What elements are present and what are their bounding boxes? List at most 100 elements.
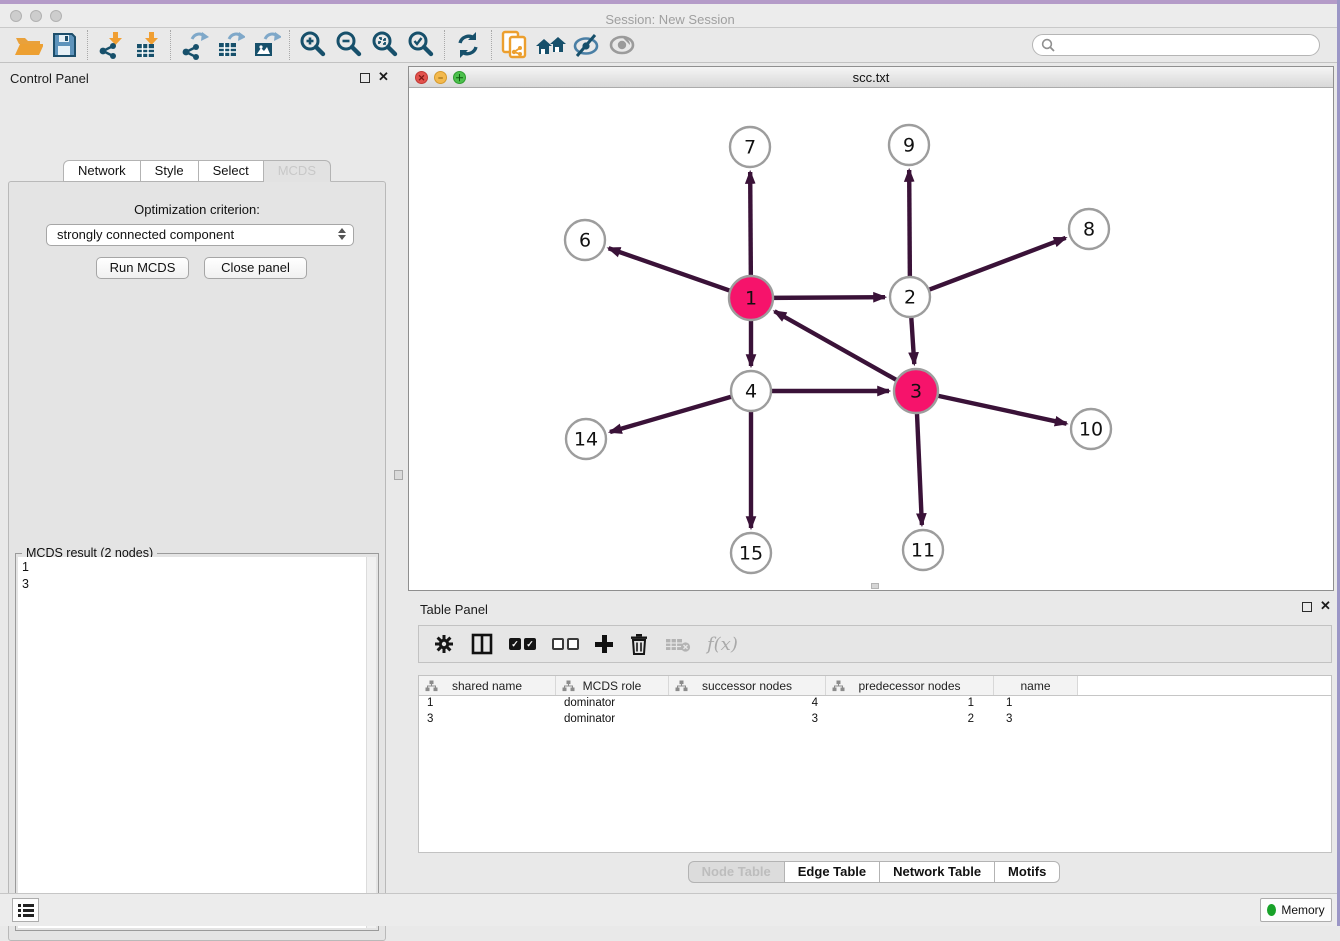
tab-select[interactable]: Select: [199, 160, 264, 182]
cell-shared-name[interactable]: 3: [419, 712, 556, 728]
task-history-button[interactable]: [12, 898, 39, 922]
apply-function-icon: f(x): [707, 629, 738, 659]
cell-mcds-role[interactable]: dominator: [556, 712, 669, 728]
tab-style[interactable]: Style: [141, 160, 199, 182]
network-window-titlebar[interactable]: scc.txt ✕ − ＋: [409, 67, 1333, 88]
graph-edge-2-8[interactable]: [927, 238, 1066, 291]
graph-edge-3-1[interactable]: [775, 311, 899, 381]
task-list-icon: [18, 903, 34, 917]
close-table-panel-icon[interactable]: ✕: [1320, 598, 1331, 614]
save-session-icon[interactable]: [46, 29, 82, 61]
chevron-up-down-icon: [338, 228, 346, 240]
cell-successor-nodes[interactable]: 4: [669, 696, 826, 712]
shared-column-icon: [562, 680, 575, 692]
column-header-successor-nodes[interactable]: successor nodes: [669, 676, 826, 695]
tab-network-table[interactable]: Network Table: [880, 861, 995, 883]
cell-name[interactable]: 3: [994, 712, 1078, 728]
memory-status-icon: [1267, 904, 1276, 916]
table-settings-icon[interactable]: [433, 629, 455, 659]
close-panel-icon[interactable]: ✕: [378, 69, 389, 85]
tab-node-table[interactable]: Node Table: [688, 861, 785, 883]
control-panel: Control Panel ✕ Network Style Select MCD…: [0, 64, 394, 891]
zoom-selected-icon[interactable]: [403, 29, 439, 61]
mcds-result-list[interactable]: 1 3: [18, 557, 366, 928]
cell-predecessor-nodes[interactable]: 2: [826, 712, 994, 728]
add-row-icon[interactable]: [595, 629, 613, 659]
table-panel-title: Table Panel: [420, 602, 488, 617]
search-input[interactable]: [1055, 38, 1311, 52]
import-table-icon[interactable]: [129, 29, 165, 61]
show-hidden-icon[interactable]: [605, 29, 641, 61]
export-image-icon[interactable]: [248, 29, 284, 61]
table-row[interactable]: 1 dominator 4 1 1: [419, 696, 1331, 712]
graph-edge-1-6[interactable]: [609, 248, 733, 291]
tab-network[interactable]: Network: [63, 160, 141, 182]
close-panel-button[interactable]: Close panel: [204, 257, 307, 279]
network-canvas[interactable]: 7968124314101511: [409, 89, 1333, 590]
zoom-in-icon[interactable]: [295, 29, 331, 61]
duplicate-network-icon[interactable]: [497, 29, 533, 61]
import-network-icon[interactable]: [93, 29, 129, 61]
graph-edge-1-2[interactable]: [771, 297, 885, 298]
table-tabs: Node Table Edge Table Network Table Moti…: [408, 861, 1340, 883]
mcds-panel: Optimization criterion: strongly connect…: [8, 181, 386, 941]
network-frame-resize-handle[interactable]: [871, 583, 879, 589]
toolbar-separator: [170, 30, 171, 60]
column-header-predecessor-nodes[interactable]: predecessor nodes: [826, 676, 994, 695]
show-home-icon[interactable]: [533, 29, 569, 61]
zoom-fit-icon[interactable]: [367, 29, 403, 61]
column-header-mcds-role[interactable]: MCDS role: [556, 676, 669, 695]
result-line: 3: [22, 576, 362, 593]
cell-name[interactable]: 1: [994, 696, 1078, 712]
select-all-icon[interactable]: ✓✓: [509, 629, 536, 659]
result-scrollbar[interactable]: [366, 557, 376, 928]
export-network-icon[interactable]: [176, 29, 212, 61]
tab-mcds[interactable]: MCDS: [264, 160, 331, 182]
status-bar: Memory: [0, 893, 1340, 926]
open-session-icon[interactable]: [10, 29, 46, 61]
search-box[interactable]: [1032, 34, 1320, 56]
deselect-all-icon[interactable]: [552, 629, 579, 659]
graph-edge-2-9[interactable]: [909, 170, 910, 279]
tab-edge-table[interactable]: Edge Table: [785, 861, 880, 883]
mcds-result-group: MCDS result (2 nodes) 1 3: [15, 553, 379, 931]
run-mcds-button[interactable]: Run MCDS: [96, 257, 189, 279]
table-row[interactable]: 3 dominator 3 2 3: [419, 712, 1331, 728]
panel-splitter-handle[interactable]: [394, 470, 403, 480]
graph-node-label: 9: [903, 135, 915, 157]
app-titlebar: Session: New Session: [0, 4, 1340, 28]
delete-row-icon[interactable]: [629, 629, 649, 659]
export-table-icon[interactable]: [212, 29, 248, 61]
tab-motifs[interactable]: Motifs: [995, 861, 1060, 883]
graph-node-label: 8: [1083, 219, 1095, 241]
column-header-shared-name[interactable]: shared name: [419, 676, 556, 695]
cell-shared-name[interactable]: 1: [419, 696, 556, 712]
graph-edge-2-3[interactable]: [911, 315, 914, 364]
refresh-view-icon[interactable]: [450, 29, 486, 61]
hide-selected-icon[interactable]: [569, 29, 605, 61]
zoom-out-icon[interactable]: [331, 29, 367, 61]
graph-node-label: 2: [904, 287, 916, 309]
float-table-panel-icon[interactable]: [1302, 602, 1312, 612]
graph-node-label: 1: [745, 288, 757, 310]
float-panel-icon[interactable]: [360, 73, 370, 83]
graph-edge-1-7[interactable]: [750, 172, 751, 278]
graph-edge-4-14[interactable]: [610, 396, 734, 432]
graph-node-label: 15: [739, 543, 763, 565]
cell-mcds-role[interactable]: dominator: [556, 696, 669, 712]
table-toolbar: ✓✓ f(x): [418, 625, 1332, 663]
graph-node-label: 6: [579, 230, 591, 252]
criterion-select[interactable]: strongly connected component: [46, 224, 354, 246]
cell-successor-nodes[interactable]: 3: [669, 712, 826, 728]
frame-minimize-icon[interactable]: −: [434, 71, 447, 84]
graph-node-label: 3: [910, 381, 922, 403]
cell-predecessor-nodes[interactable]: 1: [826, 696, 994, 712]
memory-button[interactable]: Memory: [1260, 898, 1332, 922]
frame-close-icon[interactable]: ✕: [415, 71, 428, 84]
graph-edge-3-10[interactable]: [936, 395, 1067, 423]
show-columns-icon[interactable]: [471, 629, 493, 659]
graph-edge-3-11[interactable]: [917, 411, 922, 525]
frame-maximize-icon[interactable]: ＋: [453, 71, 466, 84]
column-header-name[interactable]: name: [994, 676, 1078, 695]
network-window-title: scc.txt: [409, 67, 1333, 88]
